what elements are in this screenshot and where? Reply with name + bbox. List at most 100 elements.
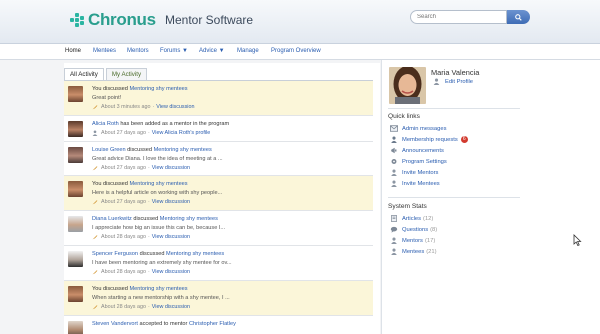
nav-advice[interactable]: Advice ▼ — [199, 48, 225, 54]
stat-count: (21) — [426, 248, 437, 255]
feed-action: discussed — [133, 216, 159, 222]
requests-count-badge: 6 — [460, 136, 468, 143]
tab-all-activity[interactable]: All Activity — [64, 68, 104, 80]
gear-icon — [391, 159, 397, 164]
feed-body: I have been mentoring an extremely shy m… — [92, 260, 232, 266]
nav-forums[interactable]: Forums ▼ — [160, 48, 188, 54]
user-icon — [391, 169, 397, 176]
avatar[interactable] — [68, 121, 83, 137]
feed-item: Alicia Roth has been added as a mentor i… — [64, 116, 373, 142]
quick-link-admin-messages[interactable]: Admin messages — [390, 125, 446, 132]
discussion-icon — [92, 305, 98, 310]
discussion-icon — [92, 166, 98, 171]
discussion-icon — [92, 270, 98, 275]
quick-link-label[interactable]: Announcements — [402, 148, 444, 154]
view-discussion-link[interactable]: View discussion — [152, 304, 190, 310]
feed-time: About 28 days ago — [101, 269, 146, 275]
view-profile-link[interactable]: View Alicia Roth's profile — [152, 130, 210, 136]
user-icon — [391, 248, 397, 255]
avatar[interactable] — [68, 251, 83, 267]
stat-articles[interactable]: Articles (12) — [390, 215, 433, 222]
brand-name: Chronus — [88, 10, 156, 29]
stat-mentees[interactable]: Mentees (21) — [390, 248, 437, 255]
quick-link-label[interactable]: Membership requests — [402, 137, 458, 143]
chronus-logo[interactable]: Chronus — [70, 10, 156, 30]
system-stats-title: System Stats — [388, 203, 427, 210]
feed-actor-link[interactable]: Spencer Ferguson — [92, 251, 138, 257]
stat-label[interactable]: Articles — [402, 216, 421, 222]
feed-target-link[interactable]: Mentoring shy mentees — [160, 216, 218, 222]
view-discussion-link[interactable]: View discussion — [156, 104, 194, 110]
edit-profile-link[interactable]: Edit Profile — [445, 79, 473, 85]
stat-questions[interactable]: Questions (8) — [390, 226, 437, 233]
user-icon — [391, 237, 397, 244]
search-button[interactable] — [507, 10, 530, 24]
stat-label[interactable]: Questions — [402, 227, 428, 233]
feed-body: Great point! — [92, 95, 122, 101]
view-discussion-link[interactable]: View discussion — [152, 199, 190, 205]
feed-action: discussed — [103, 86, 128, 92]
article-icon — [391, 215, 397, 222]
quick-link-label[interactable]: Invite Mentors — [402, 170, 438, 176]
feed-actor-link[interactable]: Steven Vandervort — [92, 321, 138, 327]
stat-label[interactable]: Mentees — [402, 249, 424, 255]
feed-target-link[interactable]: Christopher Flatley — [189, 321, 236, 327]
stat-mentors[interactable]: Mentors (17) — [390, 237, 435, 244]
discussion-icon — [92, 235, 98, 240]
avatar[interactable] — [68, 86, 83, 102]
avatar[interactable] — [68, 181, 83, 197]
feed-actor-link[interactable]: Louise Green — [92, 147, 126, 153]
avatar[interactable] — [68, 286, 83, 302]
mouse-cursor-icon — [573, 234, 582, 246]
feed-target-link[interactable]: Mentoring shy mentees — [129, 181, 187, 187]
megaphone-icon — [391, 147, 397, 154]
feed-body: When starting a new mentorship with a sh… — [92, 295, 230, 301]
feed-item: Louise Green discussed Mentoring shy men… — [64, 142, 373, 176]
quick-link-label[interactable]: Program Settings — [402, 159, 447, 165]
user-icon — [92, 130, 98, 136]
main-nav: Home Mentees Mentors Forums ▼ Advice ▼ M… — [0, 44, 600, 60]
quick-link-label[interactable]: Invite Mentees — [402, 181, 440, 187]
feed-target-link[interactable]: Mentoring shy mentees — [129, 286, 187, 292]
feed-actor: You — [92, 86, 102, 92]
sidebar-divider — [388, 108, 520, 109]
feed-time: About 28 days ago — [101, 234, 146, 240]
avatar[interactable] — [68, 216, 83, 232]
feed-time: About 27 days ago — [101, 199, 146, 205]
view-discussion-link[interactable]: View discussion — [152, 234, 190, 240]
search-icon — [515, 13, 522, 21]
feed-action: discussed — [139, 251, 165, 257]
quick-link-label[interactable]: Admin messages — [402, 126, 446, 132]
feed-actor-link[interactable]: Diana Luerkwitz — [92, 216, 132, 222]
profile-photo[interactable] — [389, 67, 426, 104]
feed-body: Here is a helpful article on working wit… — [92, 190, 223, 196]
feed-item: Spencer Ferguson discussed Mentoring shy… — [64, 246, 373, 281]
feed-time: About 27 days ago — [101, 165, 146, 171]
feed-target-link[interactable]: Mentoring shy mentees — [166, 251, 224, 257]
view-discussion-link[interactable]: View discussion — [152, 269, 190, 275]
quick-link-invite-mentees[interactable]: Invite Mentees — [390, 180, 440, 187]
app-header: Chronus Mentor Software — [0, 0, 600, 44]
profile-name: Maria Valencia — [431, 68, 480, 77]
quick-link-announcements[interactable]: Announcements — [390, 147, 444, 154]
feed-target-link[interactable]: Mentoring shy mentees — [129, 86, 187, 92]
quick-link-membership-requests[interactable]: Membership requests 6 — [390, 136, 468, 143]
nav-program-overview[interactable]: Program Overview — [271, 48, 321, 54]
stat-label[interactable]: Mentors — [402, 238, 423, 244]
feed-target-link[interactable]: Mentoring shy mentees — [154, 147, 212, 153]
quick-link-program-settings[interactable]: Program Settings — [390, 158, 447, 165]
nav-mentees[interactable]: Mentees — [93, 48, 116, 54]
tab-my-activity[interactable]: My Activity — [105, 68, 148, 80]
activity-tabs: All Activity My Activity — [64, 68, 149, 80]
avatar[interactable] — [68, 147, 83, 163]
avatar[interactable] — [68, 321, 83, 334]
discussion-icon — [92, 105, 98, 110]
search-input[interactable] — [410, 10, 507, 24]
quick-link-invite-mentors[interactable]: Invite Mentors — [390, 169, 438, 176]
view-discussion-link[interactable]: View discussion — [152, 165, 190, 171]
feed-action: discussed — [127, 147, 153, 153]
feed-actor-link[interactable]: Alicia Roth — [92, 121, 119, 127]
nav-mentors[interactable]: Mentors — [127, 48, 149, 54]
nav-home[interactable]: Home — [65, 48, 81, 54]
nav-manage[interactable]: Manage — [237, 48, 259, 54]
